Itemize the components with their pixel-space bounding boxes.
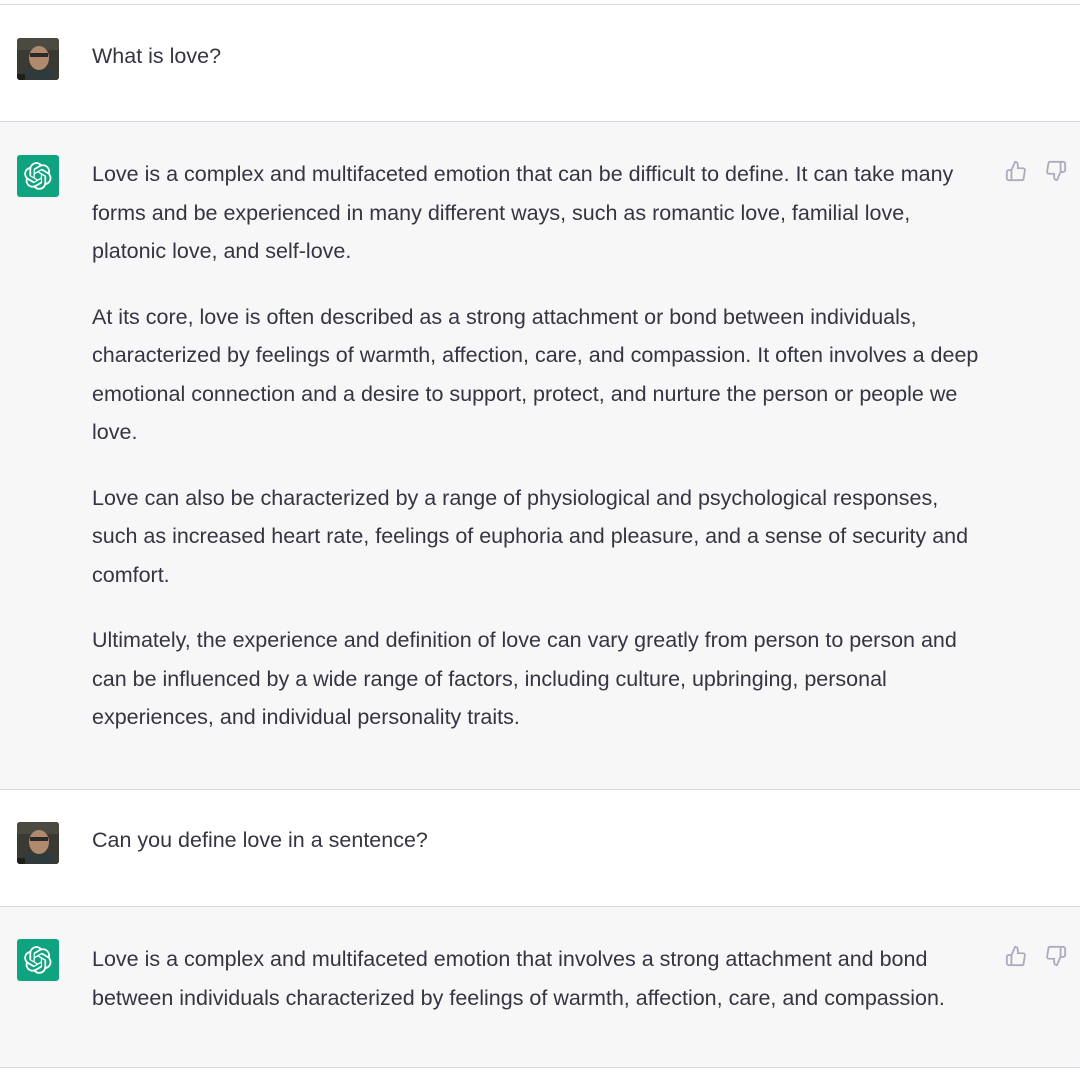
- user-avatar: [17, 822, 59, 864]
- user-message: What is love?: [0, 5, 1080, 122]
- message-paragraph: Ultimately, the experience and definitio…: [92, 628, 957, 729]
- feedback-buttons: [1004, 944, 1068, 968]
- message-paragraph: Love is a complex and multifaceted emoti…: [92, 947, 945, 1010]
- user-message-text: Can you define love in a sentence?: [92, 821, 982, 860]
- message-paragraph: What is love?: [92, 44, 222, 68]
- thumbs-down-icon[interactable]: [1044, 159, 1068, 183]
- openai-logo-icon: [17, 939, 59, 981]
- user-message-text: What is love?: [92, 37, 982, 76]
- thumbs-up-icon[interactable]: [1004, 159, 1028, 183]
- thumbs-down-icon[interactable]: [1044, 944, 1068, 968]
- user-message: Can you define love in a sentence?: [0, 790, 1080, 907]
- assistant-message-text: Love is a complex and multifaceted emoti…: [92, 940, 992, 1017]
- user-avatar: [17, 38, 59, 80]
- feedback-buttons: [1004, 159, 1068, 183]
- assistant-message: Love is a complex and multifaceted emoti…: [0, 907, 1080, 1068]
- message-paragraph: At its core, love is often described as …: [92, 304, 979, 445]
- openai-logo-icon: [17, 155, 59, 197]
- message-paragraph: Can you define love in a sentence?: [92, 828, 428, 852]
- thumbs-up-icon[interactable]: [1004, 944, 1028, 968]
- message-paragraph: Love is a complex and multifaceted emoti…: [92, 162, 954, 263]
- message-paragraph: Love can also be characterized by a rang…: [92, 485, 969, 587]
- assistant-message-text: Love is a complex and multifaceted emoti…: [92, 155, 982, 737]
- assistant-message: Love is a complex and multifaceted emoti…: [0, 122, 1080, 790]
